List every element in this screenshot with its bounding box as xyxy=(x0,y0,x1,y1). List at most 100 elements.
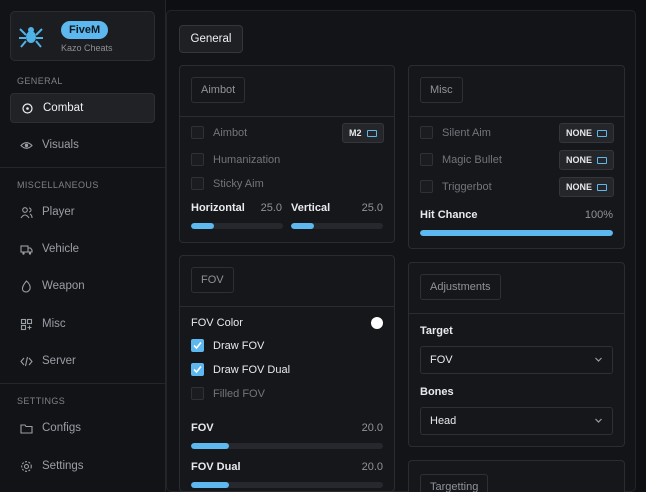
fov-slider[interactable] xyxy=(191,443,383,449)
checkbox[interactable] xyxy=(191,177,204,190)
sidebar-item-misc[interactable]: Misc xyxy=(10,309,155,339)
silent-aim-label: Silent Aim xyxy=(442,126,491,139)
keyboard-icon xyxy=(597,156,608,164)
panel-header: Adjustments xyxy=(409,263,624,314)
checkbox[interactable] xyxy=(191,387,204,400)
draw-fov-toggle[interactable]: Draw FOV xyxy=(191,339,264,352)
slider-fill xyxy=(191,482,230,488)
chevron-down-icon xyxy=(594,355,603,366)
filled-fov-toggle[interactable]: Filled FOV xyxy=(191,387,265,400)
draw-fov-dual-toggle[interactable]: Draw FOV Dual xyxy=(191,363,290,376)
panel-title: FOV xyxy=(191,267,234,293)
triggerbot-toggle[interactable]: Triggerbot xyxy=(420,180,492,193)
panel-title: Aimbot xyxy=(191,77,246,103)
checkbox[interactable] xyxy=(191,153,204,166)
checkbox[interactable] xyxy=(191,126,204,139)
sidebar-divider xyxy=(0,383,166,384)
section-label-misc: MISCELLANEOUS xyxy=(17,180,99,190)
vertical-slider[interactable] xyxy=(291,223,383,229)
horizontal-slider[interactable] xyxy=(191,223,283,229)
panel-header: FOV xyxy=(180,256,394,307)
targetting-panel: Targetting xyxy=(408,460,625,492)
chevron-down-icon xyxy=(594,416,603,427)
humanization-toggle[interactable]: Humanization xyxy=(191,153,280,166)
slider-fill xyxy=(191,223,214,229)
triggerbot-keybind-button[interactable]: NONE xyxy=(559,177,615,197)
flame-icon xyxy=(19,279,33,293)
keybind-label: NONE xyxy=(566,128,593,138)
checkbox[interactable] xyxy=(420,153,433,166)
slider-fill xyxy=(191,443,230,449)
target-selected-value: FOV xyxy=(430,354,453,366)
draw-fov-dual-label: Draw FOV Dual xyxy=(213,363,291,376)
hit-chance-slider[interactable] xyxy=(420,230,613,236)
keyboard-icon xyxy=(597,129,608,137)
panel-header: Misc xyxy=(409,66,624,117)
sidebar-item-configs[interactable]: Configs xyxy=(10,413,155,443)
truck-icon xyxy=(19,242,33,256)
sidebar-item-label: Combat xyxy=(43,102,84,114)
triggerbot-label: Triggerbot xyxy=(442,180,492,193)
panel-title: Adjustments xyxy=(420,274,501,300)
sidebar-item-vehicle[interactable]: Vehicle xyxy=(10,234,155,264)
fov-dual-slider-value: 20.0 xyxy=(361,461,383,473)
horizontal-label: Horizontal xyxy=(191,202,245,214)
brand-card: FiveM Kazo Cheats xyxy=(10,11,155,61)
hit-chance-label: Hit Chance xyxy=(420,209,478,221)
sidebar-item-label: Settings xyxy=(42,460,84,472)
sidebar-item-combat[interactable]: Combat xyxy=(10,93,155,123)
section-label-settings: SETTINGS xyxy=(17,396,66,406)
sidebar-item-label: Server xyxy=(42,355,76,367)
fov-color-label: FOV Color xyxy=(191,317,243,329)
sticky-aim-label: Sticky Aim xyxy=(213,177,264,190)
sidebar-divider xyxy=(0,167,166,168)
target-select[interactable]: FOV xyxy=(420,346,613,374)
target-label: Target xyxy=(420,325,453,337)
slider-fill xyxy=(291,223,314,229)
vertical-label: Vertical xyxy=(291,202,331,214)
sidebar-item-label: Misc xyxy=(42,318,66,330)
sidebar-item-label: Weapon xyxy=(42,280,85,292)
sidebar-item-label: Vehicle xyxy=(42,243,80,255)
eye-icon xyxy=(19,138,33,152)
filled-fov-label: Filled FOV xyxy=(213,387,265,400)
silent-aim-keybind-button[interactable]: NONE xyxy=(559,123,615,143)
sidebar-item-server[interactable]: Server xyxy=(10,346,155,376)
sidebar-item-label: Configs xyxy=(42,422,81,434)
bones-select[interactable]: Head xyxy=(420,407,613,435)
fov-color-swatch[interactable] xyxy=(371,317,383,329)
platform-badge: FiveM xyxy=(61,21,109,39)
sidebar-item-settings[interactable]: Settings xyxy=(10,451,155,481)
checkbox-checked[interactable] xyxy=(191,363,204,376)
keybind-label: NONE xyxy=(566,155,593,165)
tab-general[interactable]: General xyxy=(179,25,243,53)
checkbox[interactable] xyxy=(420,126,433,139)
aimbot-toggle[interactable]: Aimbot xyxy=(191,126,247,139)
folder-icon xyxy=(19,421,33,435)
keybind-label: NONE xyxy=(566,182,593,192)
silent-aim-toggle[interactable]: Silent Aim xyxy=(420,126,491,139)
checkbox-checked[interactable] xyxy=(191,339,204,352)
spider-logo-icon xyxy=(18,23,44,49)
fov-slider-value: 20.0 xyxy=(361,422,383,434)
aimbot-panel: Aimbot Aimbot M2 Humanization Sticky Aim… xyxy=(179,65,395,243)
slider-fill xyxy=(420,230,613,236)
sidebar-item-weapon[interactable]: Weapon xyxy=(10,271,155,301)
aimbot-keybind-button[interactable]: M2 xyxy=(342,123,384,143)
humanization-label: Humanization xyxy=(213,153,281,166)
fov-dual-slider-label: FOV Dual xyxy=(191,461,241,473)
users-icon xyxy=(19,205,33,219)
crosshair-icon xyxy=(20,101,34,115)
sticky-aim-toggle[interactable]: Sticky Aim xyxy=(191,177,264,190)
sidebar-item-player[interactable]: Player xyxy=(10,197,155,227)
fov-dual-slider[interactable] xyxy=(191,482,383,488)
magic-bullet-keybind-button[interactable]: NONE xyxy=(559,150,615,170)
sidebar-item-label: Player xyxy=(42,206,75,218)
keyboard-icon xyxy=(366,129,377,137)
bones-selected-value: Head xyxy=(430,415,457,427)
sidebar-item-visuals[interactable]: Visuals xyxy=(10,130,155,160)
checkbox[interactable] xyxy=(420,180,433,193)
magic-bullet-toggle[interactable]: Magic Bullet xyxy=(420,153,502,166)
panel-title: Targetting xyxy=(420,474,489,492)
section-label-general: GENERAL xyxy=(17,76,63,86)
